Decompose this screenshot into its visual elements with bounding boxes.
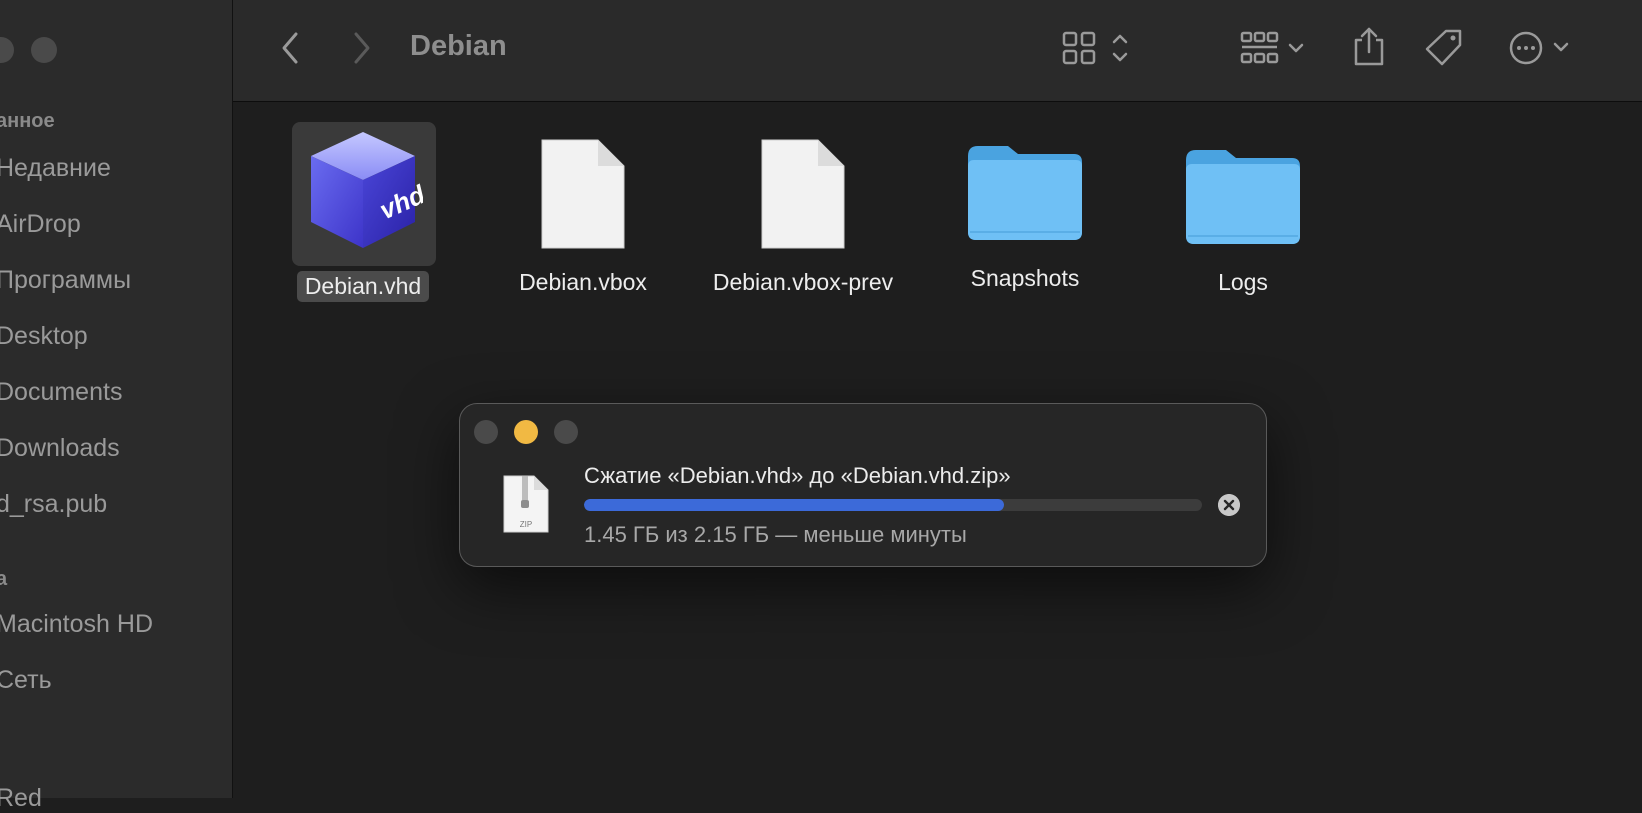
sidebar-item-desktop[interactable]: Desktop xyxy=(0,322,88,351)
document-icon xyxy=(761,139,845,249)
dialog-close-button[interactable] xyxy=(474,420,498,444)
file-label[interactable]: Logs xyxy=(1210,267,1276,298)
file-label[interactable]: Debian.vbox xyxy=(511,267,655,298)
sidebar-item-rsa-pub[interactable]: d_rsa.pub xyxy=(0,490,107,519)
minimize-window-button[interactable] xyxy=(31,37,57,63)
folder-snapshots[interactable]: Snapshots xyxy=(920,140,1130,294)
folder-logs[interactable]: Logs xyxy=(1138,144,1348,298)
dialog-minimize-button[interactable] xyxy=(514,420,538,444)
sidebar: анное Недавние AirDrop Программы Desktop… xyxy=(0,0,233,812)
dialog-title: Сжатие «Debian.vhd» до «Debian.vhd.zip» xyxy=(584,463,1011,488)
file-debian-vhd[interactable]: vhd Debian.vhd xyxy=(258,126,468,302)
sidebar-item-recents[interactable]: Недавние xyxy=(0,154,111,183)
file-label[interactable]: Debian.vhd xyxy=(296,271,430,302)
file-debian-vbox-prev[interactable]: Debian.vbox-prev xyxy=(698,136,908,298)
sidebar-item-documents[interactable]: Documents xyxy=(0,378,122,407)
zip-file-icon: ZIP xyxy=(503,475,549,533)
forward-icon[interactable] xyxy=(346,30,376,66)
compression-dialog: ZIP Сжатие «Debian.vhd» до «Debian.vhd.z… xyxy=(459,403,1267,567)
window-title: Debian xyxy=(410,30,507,62)
progress-status: 1.45 ГБ из 2.15 ГБ — меньше минуты xyxy=(584,522,967,547)
file-label[interactable]: Debian.vbox-prev xyxy=(705,267,901,298)
sidebar-item-macintosh-hd[interactable]: Macintosh HD xyxy=(0,610,153,639)
file-debian-vbox[interactable]: Debian.vbox xyxy=(478,136,688,298)
locations-header: a xyxy=(0,568,8,590)
zip-label: ZIP xyxy=(520,520,532,529)
document-icon xyxy=(541,139,625,249)
group-icon[interactable] xyxy=(1240,30,1310,68)
sidebar-tag-red[interactable]: Red xyxy=(0,784,42,813)
favorites-header: анное xyxy=(0,110,55,132)
progress-bar xyxy=(584,499,1202,511)
dialog-zoom-button[interactable] xyxy=(554,420,578,444)
share-icon[interactable] xyxy=(1352,26,1386,68)
cancel-icon[interactable] xyxy=(1218,494,1240,516)
sidebar-item-network[interactable]: Сеть xyxy=(0,666,52,695)
sidebar-item-downloads[interactable]: Downloads xyxy=(0,434,120,463)
back-icon[interactable] xyxy=(276,30,306,66)
more-icon[interactable] xyxy=(1508,29,1578,67)
close-window-button[interactable] xyxy=(0,37,14,63)
vhd-cube-icon: vhd xyxy=(311,132,430,248)
icon-view-icon[interactable] xyxy=(1062,30,1138,68)
sidebar-item-airdrop[interactable]: AirDrop xyxy=(0,210,81,239)
tag-icon[interactable] xyxy=(1424,28,1464,68)
folder-icon xyxy=(968,146,1082,240)
sidebar-item-applications[interactable]: Программы xyxy=(0,266,131,295)
progress-bar-fill xyxy=(584,499,1005,511)
file-label[interactable]: Snapshots xyxy=(963,263,1088,294)
folder-icon xyxy=(1186,150,1300,244)
